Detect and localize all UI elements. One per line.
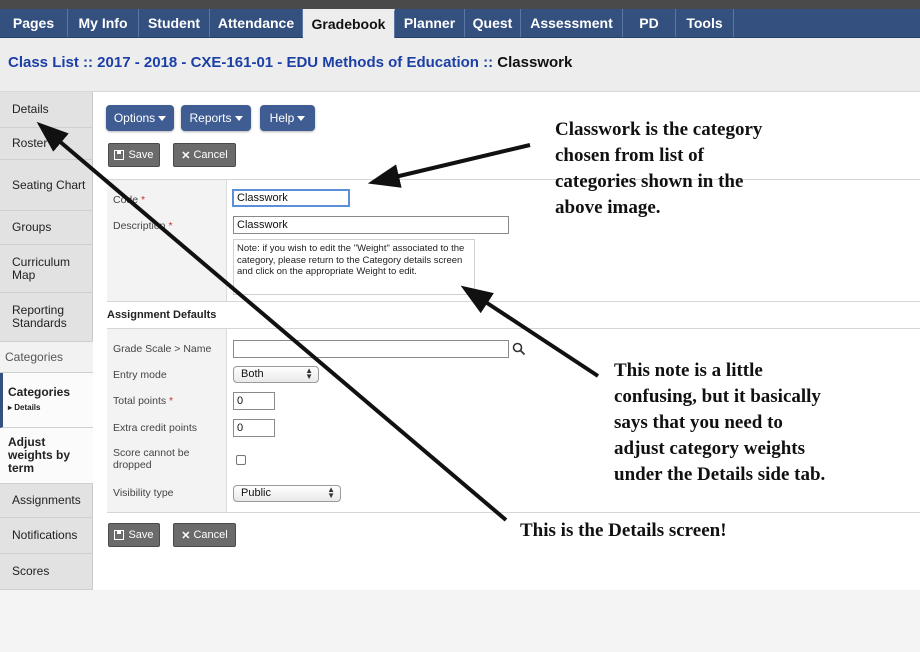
sidebar-item-assignments[interactable]: Assignments xyxy=(0,484,93,518)
reports-button[interactable]: Reports xyxy=(181,105,251,131)
close-icon: ✕ xyxy=(181,149,191,162)
page: Pages My Info Student Attendance Gradebo… xyxy=(0,0,920,652)
sidebar-item-categories-label: Categories xyxy=(8,385,71,399)
annotation-top: Classwork is the category chosen from li… xyxy=(555,119,763,218)
sidebar-item-reporting-standards[interactable]: Reporting Standards xyxy=(0,293,93,342)
main-nav: Pages My Info Student Attendance Gradebo… xyxy=(0,9,920,38)
sidebar-item-curriculum-map[interactable]: Curriculum Map xyxy=(0,245,93,293)
help-label: Help xyxy=(269,111,295,125)
nav-tab-planner[interactable]: Planner xyxy=(395,9,465,37)
options-button[interactable]: Options xyxy=(106,105,174,131)
floppy-disk-icon xyxy=(114,530,125,540)
page-title: Class List :: 2017 - 2018 - CXE-161-01 -… xyxy=(8,54,572,71)
label-column xyxy=(107,329,227,512)
code-label: Code * xyxy=(113,194,146,206)
caret-down-icon xyxy=(158,115,167,121)
caret-down-icon xyxy=(234,115,243,121)
nav-tab-assessment[interactable]: Assessment xyxy=(521,9,623,37)
sidebar-item-roster[interactable]: Roster xyxy=(0,128,93,160)
cancel-button-bottom[interactable]: ✕ Cancel xyxy=(173,523,236,547)
cancel-button-top[interactable]: ✕ Cancel xyxy=(173,143,236,167)
nav-tab-pd[interactable]: PD xyxy=(623,9,676,37)
top-strip xyxy=(0,0,920,9)
grade-scale-input[interactable] xyxy=(233,340,509,358)
cancel-label: Cancel xyxy=(193,529,228,541)
save-button-bottom[interactable]: Save xyxy=(108,523,160,547)
annotation-middle: This note is a little confusing, but it … xyxy=(614,360,826,485)
nav-tab-my-info[interactable]: My Info xyxy=(68,9,139,37)
visibility-select[interactable]: Public ▲ ▼ xyxy=(233,485,341,502)
nav-tab-gradebook[interactable]: Gradebook xyxy=(303,9,395,38)
nav-tab-student[interactable]: Student xyxy=(139,9,210,37)
annotation-bottom: This is the Details screen! xyxy=(520,520,727,541)
grade-scale-label: Grade Scale > Name xyxy=(113,343,212,355)
extra-credit-input[interactable] xyxy=(233,419,275,437)
nav-tab-pages[interactable]: Pages xyxy=(0,9,68,37)
nav-tab-tools[interactable]: Tools xyxy=(676,9,734,37)
cancel-label: Cancel xyxy=(193,149,228,161)
nav-tab-quest[interactable]: Quest xyxy=(465,9,521,37)
visibility-label: Visibility type xyxy=(113,487,174,499)
breadcrumb-separator: :: xyxy=(478,54,498,71)
description-input[interactable] xyxy=(233,216,509,234)
score-dropped-checkbox[interactable] xyxy=(236,455,246,465)
extra-credit-label: Extra credit points xyxy=(113,422,198,434)
options-label: Options xyxy=(113,111,156,125)
weight-note: Note: if you wish to edit the "Weight" a… xyxy=(233,239,475,295)
sidebar-item-adjust-weights[interactable]: Adjust weights by term xyxy=(0,428,93,484)
assignment-defaults-title: Assignment Defaults xyxy=(107,309,217,321)
caret-down-icon xyxy=(297,115,306,121)
title-bar: Class List :: 2017 - 2018 - CXE-161-01 -… xyxy=(0,38,920,92)
reports-label: Reports xyxy=(189,111,232,125)
score-dropped-label: Score cannot be dropped xyxy=(113,447,190,471)
page-footer xyxy=(0,590,920,652)
save-label: Save xyxy=(128,149,154,161)
code-input[interactable] xyxy=(232,189,350,207)
sidebar: Details Roster Seating Chart Groups Curr… xyxy=(0,92,93,590)
main-content: Options Reports Help Save ✕ Cancel Code *… xyxy=(93,92,920,590)
current-category-title: Classwork xyxy=(497,54,573,71)
sidebar-item-notifications[interactable]: Notifications xyxy=(0,518,93,554)
total-points-label: Total points * xyxy=(113,395,174,407)
save-button-top[interactable]: Save xyxy=(108,143,160,167)
nav-tab-attendance[interactable]: Attendance xyxy=(210,9,303,37)
floppy-disk-icon xyxy=(114,150,125,160)
help-button[interactable]: Help xyxy=(260,105,315,131)
entry-mode-label: Entry mode xyxy=(113,369,167,381)
search-icon[interactable] xyxy=(512,342,526,356)
sidebar-item-categories[interactable]: Categories ▸ Details xyxy=(0,373,93,428)
entry-mode-value: Both xyxy=(241,368,264,380)
select-arrows-icon: ▲ ▼ xyxy=(305,366,313,381)
class-list-breadcrumb-link[interactable]: Class List :: 2017 - 2018 - CXE-161-01 -… xyxy=(8,54,479,71)
description-label: Description * xyxy=(113,220,173,232)
sidebar-item-scores[interactable]: Scores xyxy=(0,554,93,590)
sidebar-item-seating-chart[interactable]: Seating Chart xyxy=(0,160,93,211)
total-points-input[interactable] xyxy=(233,392,275,410)
sidebar-item-groups[interactable]: Groups xyxy=(0,211,93,245)
sidebar-item-details[interactable]: Details xyxy=(0,92,93,128)
save-label: Save xyxy=(128,529,154,541)
entry-mode-select[interactable]: Both ▲ ▼ xyxy=(233,366,319,383)
visibility-value: Public xyxy=(241,487,271,499)
close-icon: ✕ xyxy=(181,529,191,542)
select-arrows-icon: ▲ ▼ xyxy=(327,485,335,500)
sidebar-subitem-details[interactable]: ▸ Details xyxy=(8,401,40,414)
sidebar-heading-categories: Categories xyxy=(0,342,93,373)
category-form: Code * Description * Note: if you wish t… xyxy=(107,179,920,302)
